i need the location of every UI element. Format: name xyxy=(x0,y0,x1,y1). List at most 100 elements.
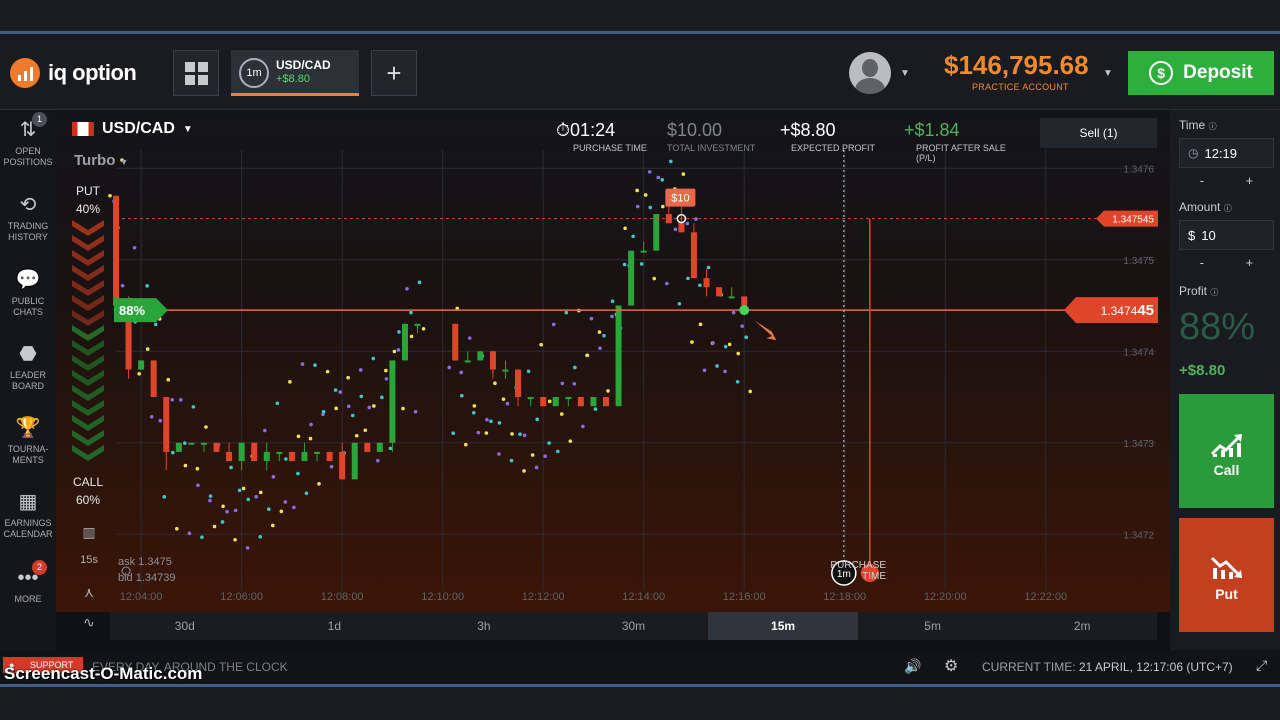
avatar[interactable] xyxy=(849,52,891,94)
indicator-dot xyxy=(656,175,661,180)
timeframe-30d[interactable]: 30d xyxy=(110,612,260,640)
put-percent: 40% xyxy=(76,202,101,216)
indicator-dot xyxy=(254,494,259,499)
indicator-dot xyxy=(132,245,137,250)
asset-name: USD/CAD xyxy=(102,120,175,137)
time-minus-button[interactable]: - xyxy=(1200,173,1204,191)
time-plus-button[interactable]: + xyxy=(1246,173,1254,191)
indicator-dot xyxy=(643,193,648,197)
drawing-tools-icon[interactable]: ⋏ xyxy=(76,584,102,614)
amount-minus-button[interactable]: - xyxy=(1200,255,1204,273)
indicator-dot xyxy=(463,442,468,447)
indicator-dot xyxy=(505,401,510,406)
asset-grid-button[interactable] xyxy=(173,50,219,96)
indicator-dot xyxy=(702,368,707,373)
indicator-dot xyxy=(735,379,740,384)
open-positions-badge: 1 xyxy=(32,112,47,127)
indicator-dot xyxy=(317,481,321,486)
indicator-dot xyxy=(284,457,288,461)
indicator-dot xyxy=(179,398,183,402)
payout-tag-label: 88% xyxy=(119,303,145,318)
indicator-dot xyxy=(660,177,665,182)
amount-plus-button[interactable]: + xyxy=(1246,255,1254,273)
sidebar-item-open-positions[interactable]: ⇅ 1 OPEN POSITIONS xyxy=(0,112,56,168)
timeframe-5m[interactable]: 5m xyxy=(858,612,1008,640)
candle xyxy=(238,442,245,462)
sidebar-item-leaderboard[interactable]: ⬣ LEADER BOARD xyxy=(0,342,56,392)
balance-chevron-down-icon[interactable]: ▼ xyxy=(1103,68,1113,79)
indicator-dot xyxy=(346,375,350,380)
indicator-dot xyxy=(467,336,472,340)
candle xyxy=(489,351,496,370)
time-stepper: - + xyxy=(1179,173,1274,191)
indicator-dot xyxy=(300,362,305,366)
sidebar-item-more[interactable]: ••• 2 MORE xyxy=(0,560,56,605)
candle xyxy=(741,296,748,306)
info-icon: ⓘ xyxy=(1223,204,1232,213)
indicator-dot xyxy=(350,413,355,418)
indicator-dot xyxy=(334,406,338,411)
candle xyxy=(540,397,547,407)
indicator-dot xyxy=(171,450,175,455)
indicator-dot xyxy=(166,377,171,382)
indicator-dot xyxy=(195,466,200,471)
time-field[interactable]: ◷ 12:19 xyxy=(1179,138,1274,168)
put-button[interactable]: Put xyxy=(1179,518,1274,632)
indicator-dot xyxy=(409,334,414,339)
indicator-dot xyxy=(447,365,452,370)
timeframe-15m[interactable]: 15m xyxy=(708,612,858,640)
price-chart[interactable]: 1m$1088%1.3475451.347445 12:04:00 12:06:0… xyxy=(56,110,1170,612)
mode-selector[interactable]: Turbo ▼ xyxy=(74,152,128,169)
x-tick-label: 12:12:00 xyxy=(522,591,565,603)
timeframe-1d[interactable]: 1d xyxy=(260,612,410,640)
indicator-dot xyxy=(665,281,669,286)
gear-icon[interactable]: ⚙ xyxy=(944,656,958,676)
sidebar-label: CALENDAR xyxy=(3,529,53,539)
chart-type-icon[interactable]: ▥ xyxy=(76,524,102,554)
sidebar-item-earnings-calendar[interactable]: ▦ EARNINGS CALENDAR xyxy=(0,490,56,540)
volume-icon[interactable]: 🔊 xyxy=(904,658,921,675)
account-balance[interactable]: $146,795.68 xyxy=(944,50,1089,81)
timeframe-30m[interactable]: 30m xyxy=(559,612,709,640)
time-label: Time ⓘ xyxy=(1179,118,1217,132)
indicator-dot xyxy=(359,394,364,399)
chart-area[interactable]: 1m $10 88% 1.347545 1.347445 12:04:00 12:06:0… xyxy=(56,110,1170,612)
sidebar-label: TOURNA- xyxy=(7,444,49,454)
add-asset-button[interactable]: + xyxy=(371,50,417,96)
fullscreen-icon[interactable]: ⤢ xyxy=(1256,657,1267,674)
timeframe-2m[interactable]: 2m xyxy=(1007,612,1157,640)
deposit-button[interactable]: $ Deposit xyxy=(1128,51,1274,95)
indicator-dot xyxy=(158,418,163,423)
sidebar-item-trading-history[interactable]: ⟲ TRADING HISTORY xyxy=(0,193,56,243)
period-selector[interactable]: 15s xyxy=(76,554,102,584)
indicator-dot xyxy=(602,333,606,338)
logo[interactable]: iq option xyxy=(10,58,137,88)
current-time: CURRENT TIME: 21 APRIL, 12:17:06 (UTC+7) xyxy=(982,660,1233,674)
sidebar-item-public-chats[interactable]: 💬 PUBLIC CHATS xyxy=(0,268,56,318)
indicator-dot xyxy=(292,505,296,510)
indicator-dot xyxy=(597,330,602,334)
asset-tab-usdcad[interactable]: 1m USD/CAD +$8.80 xyxy=(231,50,359,96)
indicator-dot xyxy=(321,409,326,414)
candle xyxy=(314,451,321,454)
indicator-dot xyxy=(288,380,292,384)
timeframe-3h[interactable]: 3h xyxy=(409,612,559,640)
indicator-dot xyxy=(175,526,179,531)
sidebar-label: PUBLIC xyxy=(11,296,45,306)
sidebar-item-tournaments[interactable]: 🏆 TOURNA- MENTS xyxy=(0,416,56,466)
indicator-dot xyxy=(191,405,196,409)
indicator-dot xyxy=(740,324,745,328)
asset-selector[interactable]: USD/CAD ▼ xyxy=(72,120,193,138)
indicator-dot xyxy=(413,409,418,414)
chevron-down-icon[interactable]: ▼ xyxy=(900,68,910,79)
indicator-dot xyxy=(547,441,551,445)
call-button[interactable]: Call xyxy=(1179,394,1274,508)
amount-field[interactable]: $ 10 xyxy=(1179,220,1274,250)
indicator-dot xyxy=(245,546,250,550)
indicators-icon[interactable]: ∿ xyxy=(76,614,102,644)
indicator-dot xyxy=(208,498,212,503)
sell-button[interactable]: Sell (1) xyxy=(1040,118,1157,148)
candle xyxy=(138,360,145,370)
indicator-dot xyxy=(698,322,703,327)
indicator-dot xyxy=(598,346,602,350)
